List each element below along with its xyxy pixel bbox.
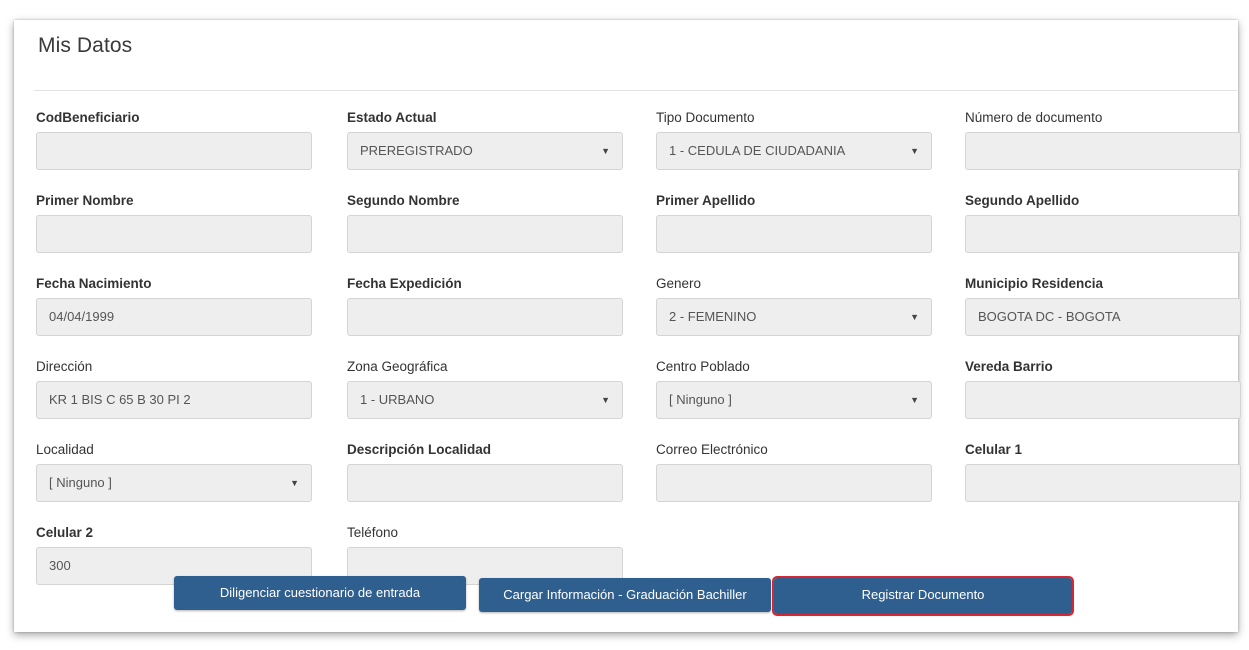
direccion-input[interactable]: KR 1 BIS C 65 B 30 PI 2 bbox=[36, 381, 312, 419]
form-row: Primer Nombre Segundo Nombre Primer Apel… bbox=[36, 193, 1246, 276]
upload-graduation-button[interactable]: Cargar Información - Graduación Bachille… bbox=[479, 578, 771, 612]
field-group-fecha-expedicion: Fecha Expedición bbox=[347, 276, 627, 336]
direccion-label: Dirección bbox=[36, 359, 93, 374]
chevron-down-icon: ▼ bbox=[290, 478, 299, 488]
localidad-select[interactable]: [ Ninguno ] ▼ bbox=[36, 464, 312, 502]
questionnaire-button[interactable]: Diligenciar cuestionario de entrada bbox=[174, 576, 466, 610]
field-group-fecha-nacimiento: Fecha Nacimiento 04/04/1999 bbox=[36, 276, 316, 336]
municipio-residencia-input[interactable]: BOGOTA DC - BOGOTA bbox=[965, 298, 1241, 336]
localidad-value: [ Ninguno ] bbox=[49, 475, 112, 490]
telefono-label: Teléfono bbox=[347, 525, 399, 540]
fecha-expedicion-input[interactable] bbox=[347, 298, 623, 336]
field-group-zona-geografica: Zona Geográfica 1 - URBANO ▼ bbox=[347, 359, 627, 419]
panel-title: Mis Datos bbox=[38, 34, 133, 57]
fecha-expedicion-label: Fecha Expedición bbox=[347, 276, 462, 291]
descripcion-localidad-label: Descripción Localidad bbox=[347, 442, 492, 457]
fecha-nacimiento-label: Fecha Nacimiento bbox=[36, 276, 152, 291]
field-group-descripcion-localidad: Descripción Localidad bbox=[347, 442, 627, 502]
celular-2-label: Celular 2 bbox=[36, 525, 94, 540]
field-group-vereda-barrio: Vereda Barrio bbox=[965, 359, 1245, 419]
field-group-segundo-nombre: Segundo Nombre bbox=[347, 193, 627, 253]
numero-documento-input[interactable] bbox=[965, 132, 1241, 170]
chevron-down-icon: ▼ bbox=[601, 395, 610, 405]
tipo-documento-select[interactable]: 1 - CEDULA DE CIUDADANIA ▼ bbox=[656, 132, 932, 170]
genero-select[interactable]: 2 - FEMENINO ▼ bbox=[656, 298, 932, 336]
primer-apellido-label: Primer Apellido bbox=[656, 193, 756, 208]
title-divider bbox=[34, 90, 1237, 91]
genero-value: 2 - FEMENINO bbox=[669, 309, 757, 324]
zona-geografica-select[interactable]: 1 - URBANO ▼ bbox=[347, 381, 623, 419]
estado-actual-select[interactable]: PREREGISTRADO ▼ bbox=[347, 132, 623, 170]
celular-1-label: Celular 1 bbox=[965, 442, 1023, 457]
estado-actual-label: Estado Actual bbox=[347, 110, 437, 125]
field-group-codbeneficiario: CodBeneficiario bbox=[36, 110, 316, 170]
tipo-documento-value: 1 - CEDULA DE CIUDADANIA bbox=[669, 143, 846, 158]
primer-nombre-input[interactable] bbox=[36, 215, 312, 253]
form-row: Dirección KR 1 BIS C 65 B 30 PI 2 Zona G… bbox=[36, 359, 1246, 442]
chevron-down-icon: ▼ bbox=[910, 312, 919, 322]
segundo-apellido-input[interactable] bbox=[965, 215, 1241, 253]
segundo-nombre-label: Segundo Nombre bbox=[347, 193, 460, 208]
zona-geografica-label: Zona Geográfica bbox=[347, 359, 448, 374]
chevron-down-icon: ▼ bbox=[910, 395, 919, 405]
tipo-documento-label: Tipo Documento bbox=[656, 110, 755, 125]
primer-apellido-input[interactable] bbox=[656, 215, 932, 253]
celular-1-input[interactable] bbox=[965, 464, 1241, 502]
correo-electronico-input[interactable] bbox=[656, 464, 932, 502]
numero-documento-label: Número de documento bbox=[965, 110, 1103, 125]
segundo-apellido-label: Segundo Apellido bbox=[965, 193, 1080, 208]
field-group-municipio-residencia: Municipio Residencia BOGOTA DC - BOGOTA bbox=[965, 276, 1245, 336]
genero-label: Genero bbox=[656, 276, 702, 291]
form-row: CodBeneficiario Estado Actual PREREGISTR… bbox=[36, 110, 1246, 193]
codbeneficiario-input[interactable] bbox=[36, 132, 312, 170]
form-grid: CodBeneficiario Estado Actual PREREGISTR… bbox=[36, 110, 1246, 608]
field-group-correo-electronico: Correo Electrónico bbox=[656, 442, 936, 502]
field-group-primer-nombre: Primer Nombre bbox=[36, 193, 316, 253]
field-group-primer-apellido: Primer Apellido bbox=[656, 193, 936, 253]
primer-nombre-label: Primer Nombre bbox=[36, 193, 134, 208]
field-group-tipo-documento: Tipo Documento 1 - CEDULA DE CIUDADANIA … bbox=[656, 110, 936, 170]
field-group-segundo-apellido: Segundo Apellido bbox=[965, 193, 1245, 253]
zona-geografica-value: 1 - URBANO bbox=[360, 392, 435, 407]
field-group-centro-poblado: Centro Poblado [ Ninguno ] ▼ bbox=[656, 359, 936, 419]
centro-poblado-label: Centro Poblado bbox=[656, 359, 750, 374]
field-group-localidad: Localidad [ Ninguno ] ▼ bbox=[36, 442, 316, 502]
municipio-residencia-label: Municipio Residencia bbox=[965, 276, 1104, 291]
chevron-down-icon: ▼ bbox=[601, 146, 610, 156]
field-group-estado-actual: Estado Actual PREREGISTRADO ▼ bbox=[347, 110, 627, 170]
register-document-button[interactable]: Registrar Documento bbox=[772, 576, 1074, 616]
field-group-celular-1: Celular 1 bbox=[965, 442, 1245, 502]
chevron-down-icon: ▼ bbox=[910, 146, 919, 156]
estado-actual-value: PREREGISTRADO bbox=[360, 143, 473, 158]
centro-poblado-value: [ Ninguno ] bbox=[669, 392, 732, 407]
correo-electronico-label: Correo Electrónico bbox=[656, 442, 768, 457]
field-group-numero-documento: Número de documento bbox=[965, 110, 1245, 170]
form-row: Fecha Nacimiento 04/04/1999 Fecha Expedi… bbox=[36, 276, 1246, 359]
segundo-nombre-input[interactable] bbox=[347, 215, 623, 253]
vereda-barrio-label: Vereda Barrio bbox=[965, 359, 1053, 374]
form-row: Localidad [ Ninguno ] ▼ Descripción Loca… bbox=[36, 442, 1246, 525]
vereda-barrio-input[interactable] bbox=[965, 381, 1241, 419]
mis-datos-panel: Mis Datos CodBeneficiario Estado Actual … bbox=[14, 20, 1241, 632]
field-group-direccion: Dirección KR 1 BIS C 65 B 30 PI 2 bbox=[36, 359, 316, 419]
descripcion-localidad-input[interactable] bbox=[347, 464, 623, 502]
codbeneficiario-label: CodBeneficiario bbox=[36, 110, 140, 125]
fecha-nacimiento-input[interactable]: 04/04/1999 bbox=[36, 298, 312, 336]
field-group-genero: Genero 2 - FEMENINO ▼ bbox=[656, 276, 936, 336]
centro-poblado-select[interactable]: [ Ninguno ] ▼ bbox=[656, 381, 932, 419]
localidad-label: Localidad bbox=[36, 442, 94, 457]
